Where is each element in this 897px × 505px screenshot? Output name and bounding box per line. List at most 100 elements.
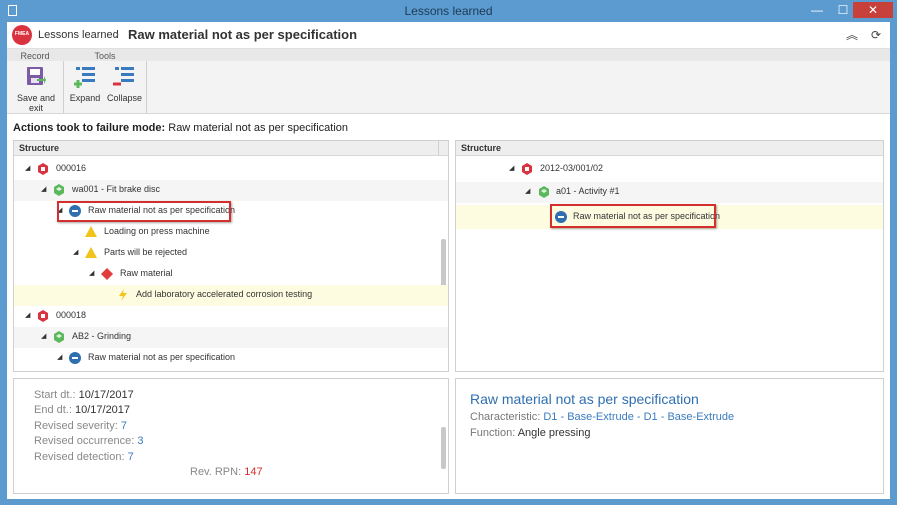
fmea-logo-icon: FMEA — [12, 25, 32, 45]
revised-occurrence-label: Revised occurrence: — [34, 435, 135, 447]
tree-row[interactable]: ◢ a01 - Activity #1 — [456, 182, 883, 203]
tree-row[interactable]: ◢ Parts will be rejected — [14, 243, 448, 264]
collapse-header-icon[interactable]: ︽ — [843, 26, 861, 44]
start-date-field: Start dt.: 10/17/2017 — [34, 389, 134, 401]
save-and-exit-label: Save and exit — [16, 93, 56, 113]
start-date-value: 10/17/2017 — [78, 389, 134, 401]
tree-row-label: 000018 — [56, 310, 87, 320]
revised-rpn-field: Rev. RPN: 147 — [190, 466, 263, 478]
right-structure-header: Structure — [456, 141, 883, 156]
tree-row[interactable]: ◢ 2012-03/001/02 — [456, 159, 883, 180]
revised-rpn-value: 147 — [244, 466, 263, 478]
tree-row[interactable]: ◢ wa001 - Fit brake disc — [14, 180, 448, 201]
tree-row[interactable]: ◢ AB2 - Grinding — [14, 327, 448, 348]
section-heading: Actions took to failure mode: Raw materi… — [13, 122, 348, 134]
item-icon — [54, 331, 64, 343]
title-bar: Lessons learned — ☐ ✕ — [0, 0, 897, 22]
section-label: Actions took to failure mode: — [13, 122, 166, 134]
ribbon-group-tools: Tools — [94, 51, 116, 61]
breadcrumb[interactable]: Lessons learned — [38, 29, 119, 41]
page-title: Raw material not as per specification — [128, 27, 358, 42]
section-value: Raw material not as per specification — [168, 122, 348, 134]
revised-occurrence-value: 3 — [137, 435, 144, 447]
expand-button[interactable]: Expand — [69, 65, 101, 103]
characteristic-value[interactable]: D1 - Base-Extrude - D1 - Base-Extrude — [543, 411, 734, 423]
logo-text: FMEA — [14, 31, 30, 37]
revised-severity-field: Revised severity: 7 — [34, 420, 127, 432]
fmea-icon — [38, 310, 48, 322]
expand-label: Expand — [69, 93, 101, 103]
tree-row-label: a01 - Activity #1 — [556, 186, 620, 196]
close-button[interactable]: ✕ — [853, 2, 893, 18]
tree-row[interactable]: ◢ 000016 — [14, 159, 448, 180]
expand-arrow-icon[interactable]: ◢ — [525, 187, 530, 195]
tree-row-label: 2012-03/001/02 — [540, 163, 604, 173]
failure-mode-icon — [69, 352, 81, 364]
tree-row[interactable]: ◢ 000018 — [14, 306, 448, 327]
tree-row-label: Loading on press machine — [104, 226, 210, 236]
expand-arrow-icon[interactable]: ◢ — [41, 332, 46, 340]
end-date-label: End dt.: — [34, 404, 72, 416]
tree-row-label: AB2 - Grinding — [72, 331, 132, 341]
revised-detection-value: 7 — [127, 451, 134, 463]
revised-occurrence-field: Revised occurrence: 3 — [34, 435, 143, 447]
characteristic-field: Characteristic: D1 - Base-Extrude - D1 -… — [470, 411, 734, 423]
tree-row[interactable]: ◢ Raw material — [14, 264, 448, 285]
tree-row[interactable]: Loading on press machine — [14, 222, 448, 243]
expand-arrow-icon[interactable]: ◢ — [41, 185, 46, 193]
revised-detection-label: Revised detection: — [34, 451, 125, 463]
info-title: Raw material not as per specification — [470, 391, 699, 407]
ribbon-divider — [63, 61, 64, 113]
page-header: FMEA Lessons learned › Raw material not … — [7, 22, 890, 48]
tree-row-label: 000016 — [56, 163, 87, 173]
expand-arrow-icon[interactable]: ◢ — [509, 164, 514, 172]
failure-mode-info-panel: Raw material not as per specification Ch… — [455, 378, 884, 494]
expand-arrow-icon[interactable]: ◢ — [25, 164, 30, 172]
tree-row-label: Parts will be rejected — [104, 247, 188, 257]
item-icon — [54, 184, 64, 196]
save-and-exit-button[interactable]: Save and exit — [10, 65, 62, 113]
save-exit-icon — [27, 67, 46, 85]
window-title: Lessons learned — [404, 4, 493, 18]
left-structure-header: Structure — [14, 141, 448, 156]
function-field: Function: Angle pressing — [470, 427, 590, 439]
start-date-label: Start dt.: — [34, 389, 76, 401]
tree-row[interactable]: ◢ Raw material not as per specification — [14, 348, 448, 369]
ribbon-divider — [146, 61, 147, 113]
revised-detection-field: Revised detection: 7 — [34, 451, 134, 463]
fmea-icon — [522, 163, 532, 175]
tree-row-label: Add laboratory accelerated corrosion tes… — [136, 289, 313, 299]
expand-arrow-icon[interactable]: ◢ — [25, 311, 30, 319]
revised-rpn-label: Rev. RPN: — [190, 466, 242, 478]
selected-row-highlight — [57, 201, 231, 222]
selected-row-highlight — [550, 204, 716, 228]
header-divider — [438, 141, 439, 156]
refresh-icon[interactable]: ⟳ — [867, 26, 885, 44]
fmea-icon — [38, 163, 48, 175]
ribbon-toolbar: Record Tools Save and exit Expand Collap… — [7, 48, 890, 114]
effect-icon — [85, 226, 97, 237]
collapse-label: Collapse — [107, 93, 143, 103]
revised-severity-value: 7 — [120, 420, 127, 432]
collapse-icon — [113, 67, 134, 86]
function-value: Angle pressing — [517, 427, 591, 439]
revised-severity-label: Revised severity: — [34, 420, 118, 432]
tree-row-label: wa001 - Fit brake disc — [72, 184, 161, 194]
left-structure-panel: Structure ◢ 000016 ◢ wa001 - Fit brake d… — [13, 140, 449, 372]
details-scrollbar[interactable] — [441, 427, 446, 469]
tree-row-label: Raw material not as per specification — [88, 352, 236, 362]
app-window: Lessons learned — ☐ ✕ FMEA Lessons learn… — [0, 0, 897, 505]
expand-arrow-icon[interactable]: ◢ — [73, 248, 78, 256]
expand-icon — [74, 67, 95, 88]
tree-row[interactable]: Add laboratory accelerated corrosion tes… — [14, 285, 448, 306]
item-icon — [539, 186, 549, 198]
minimize-button[interactable]: — — [804, 2, 830, 18]
collapse-button[interactable]: Collapse — [107, 65, 143, 103]
characteristic-label: Characteristic: — [470, 411, 541, 423]
tree-row-label: Raw material — [120, 268, 173, 278]
expand-arrow-icon[interactable]: ◢ — [89, 269, 94, 277]
chevron-right-icon: › — [115, 27, 119, 41]
function-label: Function: — [470, 427, 516, 439]
ribbon-group-record: Record — [20, 51, 50, 61]
expand-arrow-icon[interactable]: ◢ — [57, 353, 62, 361]
